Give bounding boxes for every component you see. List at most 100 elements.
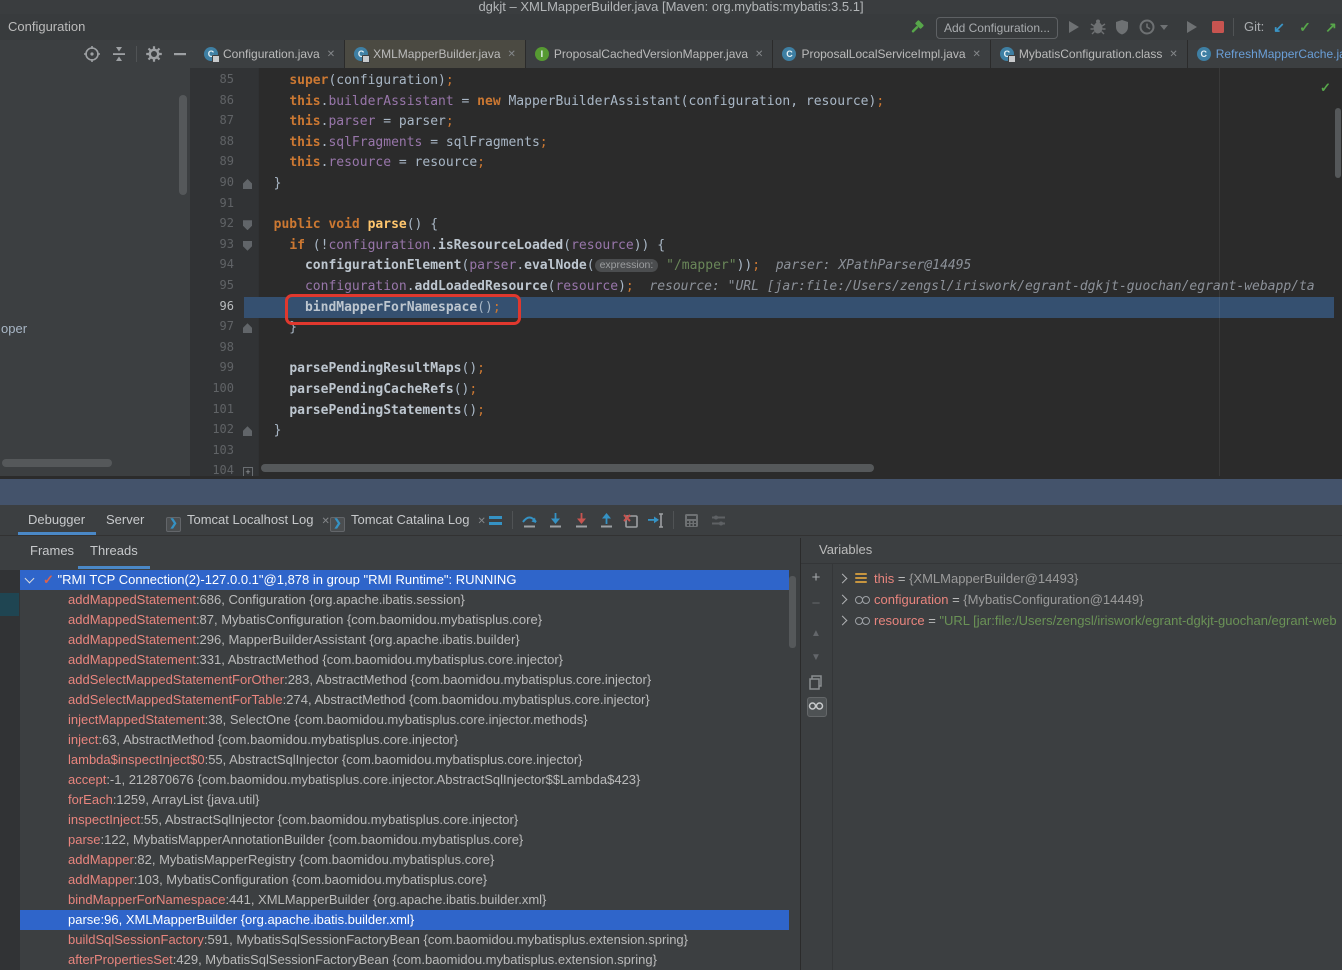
show-execution-point-icon[interactable] (487, 512, 504, 529)
fold-marker-icon[interactable] (243, 220, 252, 230)
code-line[interactable]: 100 parsePendingCacheRefs(); (190, 379, 1342, 400)
chevron-down-icon[interactable] (25, 574, 35, 584)
stack-frame-row[interactable]: forEach:1259, ArrayList {java.util} (20, 790, 789, 810)
editor-vertical-scrollbar[interactable] (1335, 108, 1341, 178)
attach-play-icon[interactable] (1182, 18, 1200, 36)
editor-tab[interactable]: CMybatisConfiguration.class✕ (991, 40, 1188, 68)
line-number[interactable]: 102 (190, 422, 234, 436)
run-play-icon[interactable] (1064, 18, 1082, 36)
line-number[interactable]: 97 (190, 319, 234, 333)
stack-frame-row[interactable]: addMappedStatement:296, MapperBuilderAss… (20, 630, 789, 650)
thread-row[interactable]: ✓ "RMI TCP Connection(2)-127.0.0.1"@1,87… (20, 570, 789, 590)
fold-marker-icon[interactable] (243, 241, 252, 251)
stack-frame-row[interactable]: buildSqlSessionFactory:591, MybatisSqlSe… (20, 930, 789, 950)
stack-frame-row[interactable]: addSelectMappedStatementForOther:283, Ab… (20, 670, 789, 690)
splitter-band[interactable] (0, 476, 1342, 508)
coverage-icon[interactable] (1113, 18, 1131, 36)
tab-tomcat-localhost-log[interactable]: ❯Tomcat Localhost Log✕ (166, 505, 330, 535)
chevron-right-icon[interactable] (838, 616, 848, 626)
line-number[interactable]: 88 (190, 134, 234, 148)
line-number[interactable]: 87 (190, 113, 234, 127)
code-line[interactable]: 103 (190, 441, 1342, 462)
variable-row[interactable]: resource = "URL [jar:file:/Users/zengsl/… (832, 610, 1342, 631)
code-line[interactable]: 91 (190, 194, 1342, 215)
add-watch-plus-icon[interactable]: + (807, 569, 825, 587)
stack-frame-row[interactable]: parse:122, MybatisMapperAnnotationBuilde… (20, 830, 789, 850)
code-line[interactable]: 98 (190, 338, 1342, 359)
code-line[interactable]: 94 configurationElement(parser.evalNode(… (190, 255, 1342, 276)
fold-marker-icon[interactable] (243, 179, 252, 189)
stack-frame-row[interactable]: lambda$inspectInject$0:55, AbstractSqlIn… (20, 750, 789, 770)
close-icon[interactable]: ✕ (755, 49, 763, 60)
stack-frame-row[interactable]: parse:96, XMLMapperBuilder {org.apache.i… (20, 910, 789, 930)
line-number[interactable]: 100 (190, 381, 234, 395)
force-step-into-icon[interactable] (573, 512, 590, 529)
stack-frame-row[interactable]: afterPropertiesSet:429, MybatisSqlSessio… (20, 950, 789, 970)
tab-tomcat-catalina-log[interactable]: ❯Tomcat Catalina Log✕ (330, 505, 486, 535)
line-number[interactable]: 90 (190, 175, 234, 189)
hammer-icon[interactable] (908, 18, 926, 36)
step-over-icon[interactable] (521, 512, 538, 529)
code-line[interactable]: 86 this.builderAssistant = new MapperBui… (190, 91, 1342, 112)
line-number[interactable]: 86 (190, 93, 234, 107)
line-number[interactable]: 95 (190, 278, 234, 292)
fold-marker-icon[interactable] (243, 323, 252, 333)
editor-tab[interactable]: CConfiguration.java✕ (195, 40, 345, 68)
left-panel-horizontal-scrollbar[interactable] (2, 459, 112, 467)
locate-target-icon[interactable] (83, 45, 101, 63)
collapse-all-icon[interactable] (110, 45, 128, 63)
stop-icon[interactable] (1209, 18, 1227, 36)
fold-marker-icon[interactable] (243, 426, 252, 436)
tab-server[interactable]: Server (106, 505, 144, 535)
line-number[interactable]: 99 (190, 360, 234, 374)
gear-icon[interactable] (145, 45, 163, 63)
code-line[interactable]: 87 this.parser = parser; (190, 111, 1342, 132)
nav-bar-item[interactable]: Configuration (8, 19, 85, 34)
fold-marker-icon[interactable]: + (243, 467, 253, 476)
frames-vertical-scrollbar[interactable] (789, 576, 796, 648)
editor-tab[interactable]: CXMLMapperBuilder.java✕ (345, 40, 526, 68)
inspection-ok-check-icon[interactable]: ✓ (1320, 80, 1331, 96)
line-number[interactable]: 103 (190, 443, 234, 457)
line-number[interactable]: 104 (190, 463, 234, 476)
hide-minus-icon[interactable] (171, 45, 189, 63)
line-number[interactable]: 91 (190, 196, 234, 210)
stack-frame-row[interactable]: accept:-1, 212870676 {com.baomidou.mybat… (20, 770, 789, 790)
variable-row[interactable]: this = {XMLMapperBuilder@14493} (832, 568, 1342, 589)
close-icon[interactable]: ✕ (478, 516, 486, 527)
chevron-right-icon[interactable] (838, 574, 848, 584)
dropdown-caret-icon[interactable] (1158, 18, 1170, 36)
code-editor[interactable]: 85 super(configuration);86 this.builderA… (190, 68, 1342, 476)
debug-bug-icon[interactable] (1089, 18, 1107, 36)
stack-frame-row[interactable]: inject:63, AbstractMethod {com.baomidou.… (20, 730, 789, 750)
drop-frame-icon[interactable] (622, 512, 639, 529)
editor-tab[interactable]: CProposalLocalServiceImpl.java✕ (773, 40, 990, 68)
layout-settings-icon[interactable] (710, 512, 727, 529)
code-line[interactable]: 89 this.resource = resource; (190, 152, 1342, 173)
line-number[interactable]: 93 (190, 237, 234, 251)
line-number[interactable]: 96 (190, 299, 234, 313)
duplicate-icon[interactable] (807, 673, 825, 691)
close-icon[interactable]: ✕ (973, 49, 981, 60)
line-number[interactable]: 92 (190, 216, 234, 230)
step-into-icon[interactable] (547, 512, 564, 529)
stack-frame-row[interactable]: inspectInject:55, AbstractSqlInjector {c… (20, 810, 789, 830)
line-number[interactable]: 94 (190, 257, 234, 271)
close-icon[interactable]: ✕ (321, 516, 329, 527)
code-line[interactable]: 102 } (190, 420, 1342, 441)
line-number[interactable]: 89 (190, 154, 234, 168)
evaluate-expression-icon[interactable] (683, 512, 700, 529)
close-icon[interactable]: ✕ (327, 49, 335, 60)
run-to-cursor-icon[interactable] (647, 512, 664, 529)
git-update-arrow-icon[interactable]: ↙ (1270, 18, 1288, 36)
variable-row[interactable]: configuration = {MybatisConfiguration@14… (832, 589, 1342, 610)
editor-tab[interactable]: CRefreshMapperCache.java✕ (1188, 40, 1342, 68)
code-line[interactable]: 99 parsePendingResultMaps(); (190, 358, 1342, 379)
stack-frame-row[interactable]: addMappedStatement:331, AbstractMethod {… (20, 650, 789, 670)
close-icon[interactable]: ✕ (508, 49, 516, 60)
stack-frame-row[interactable]: injectMappedStatement:38, SelectOne {com… (20, 710, 789, 730)
stack-frame-row[interactable]: addMapper:103, MybatisConfiguration {com… (20, 870, 789, 890)
stack-frame-row[interactable]: addMappedStatement:686, Configuration {o… (20, 590, 789, 610)
code-line[interactable]: 92 public void parse() { (190, 214, 1342, 235)
watches-glasses-icon[interactable] (807, 697, 827, 717)
